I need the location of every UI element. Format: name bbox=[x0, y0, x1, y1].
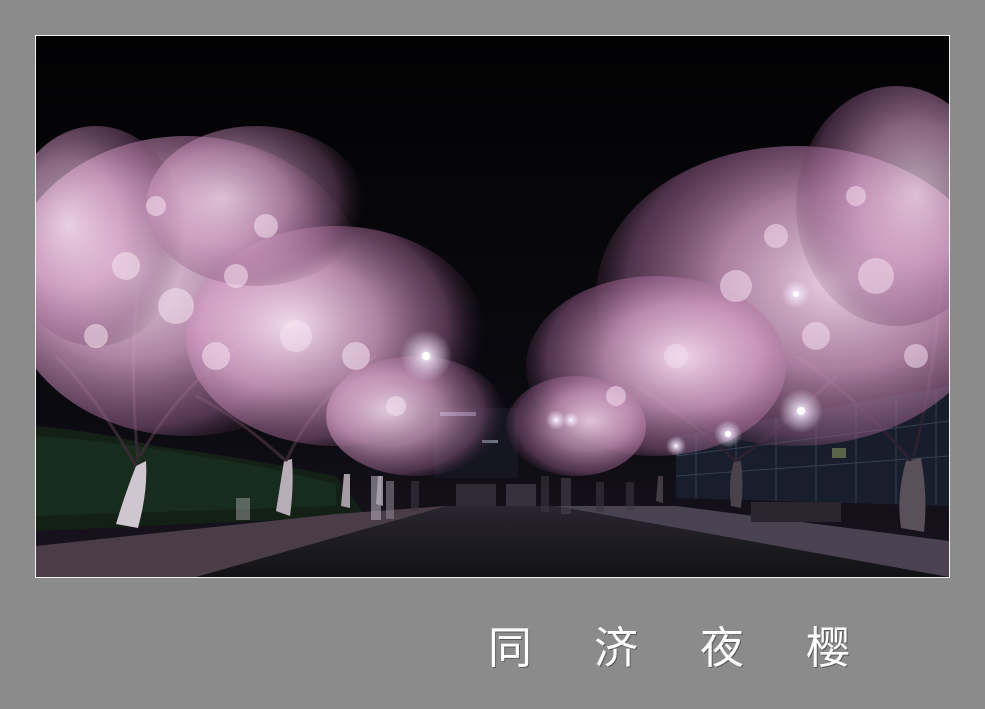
page-background: 同 济 夜 樱 bbox=[0, 0, 985, 709]
bench bbox=[751, 502, 841, 522]
cherry-blossom-night-photo bbox=[36, 36, 949, 577]
photo-frame bbox=[35, 35, 950, 578]
caption: 同 济 夜 樱 bbox=[488, 612, 850, 676]
caption-text: 同 济 夜 樱 bbox=[488, 623, 874, 674]
